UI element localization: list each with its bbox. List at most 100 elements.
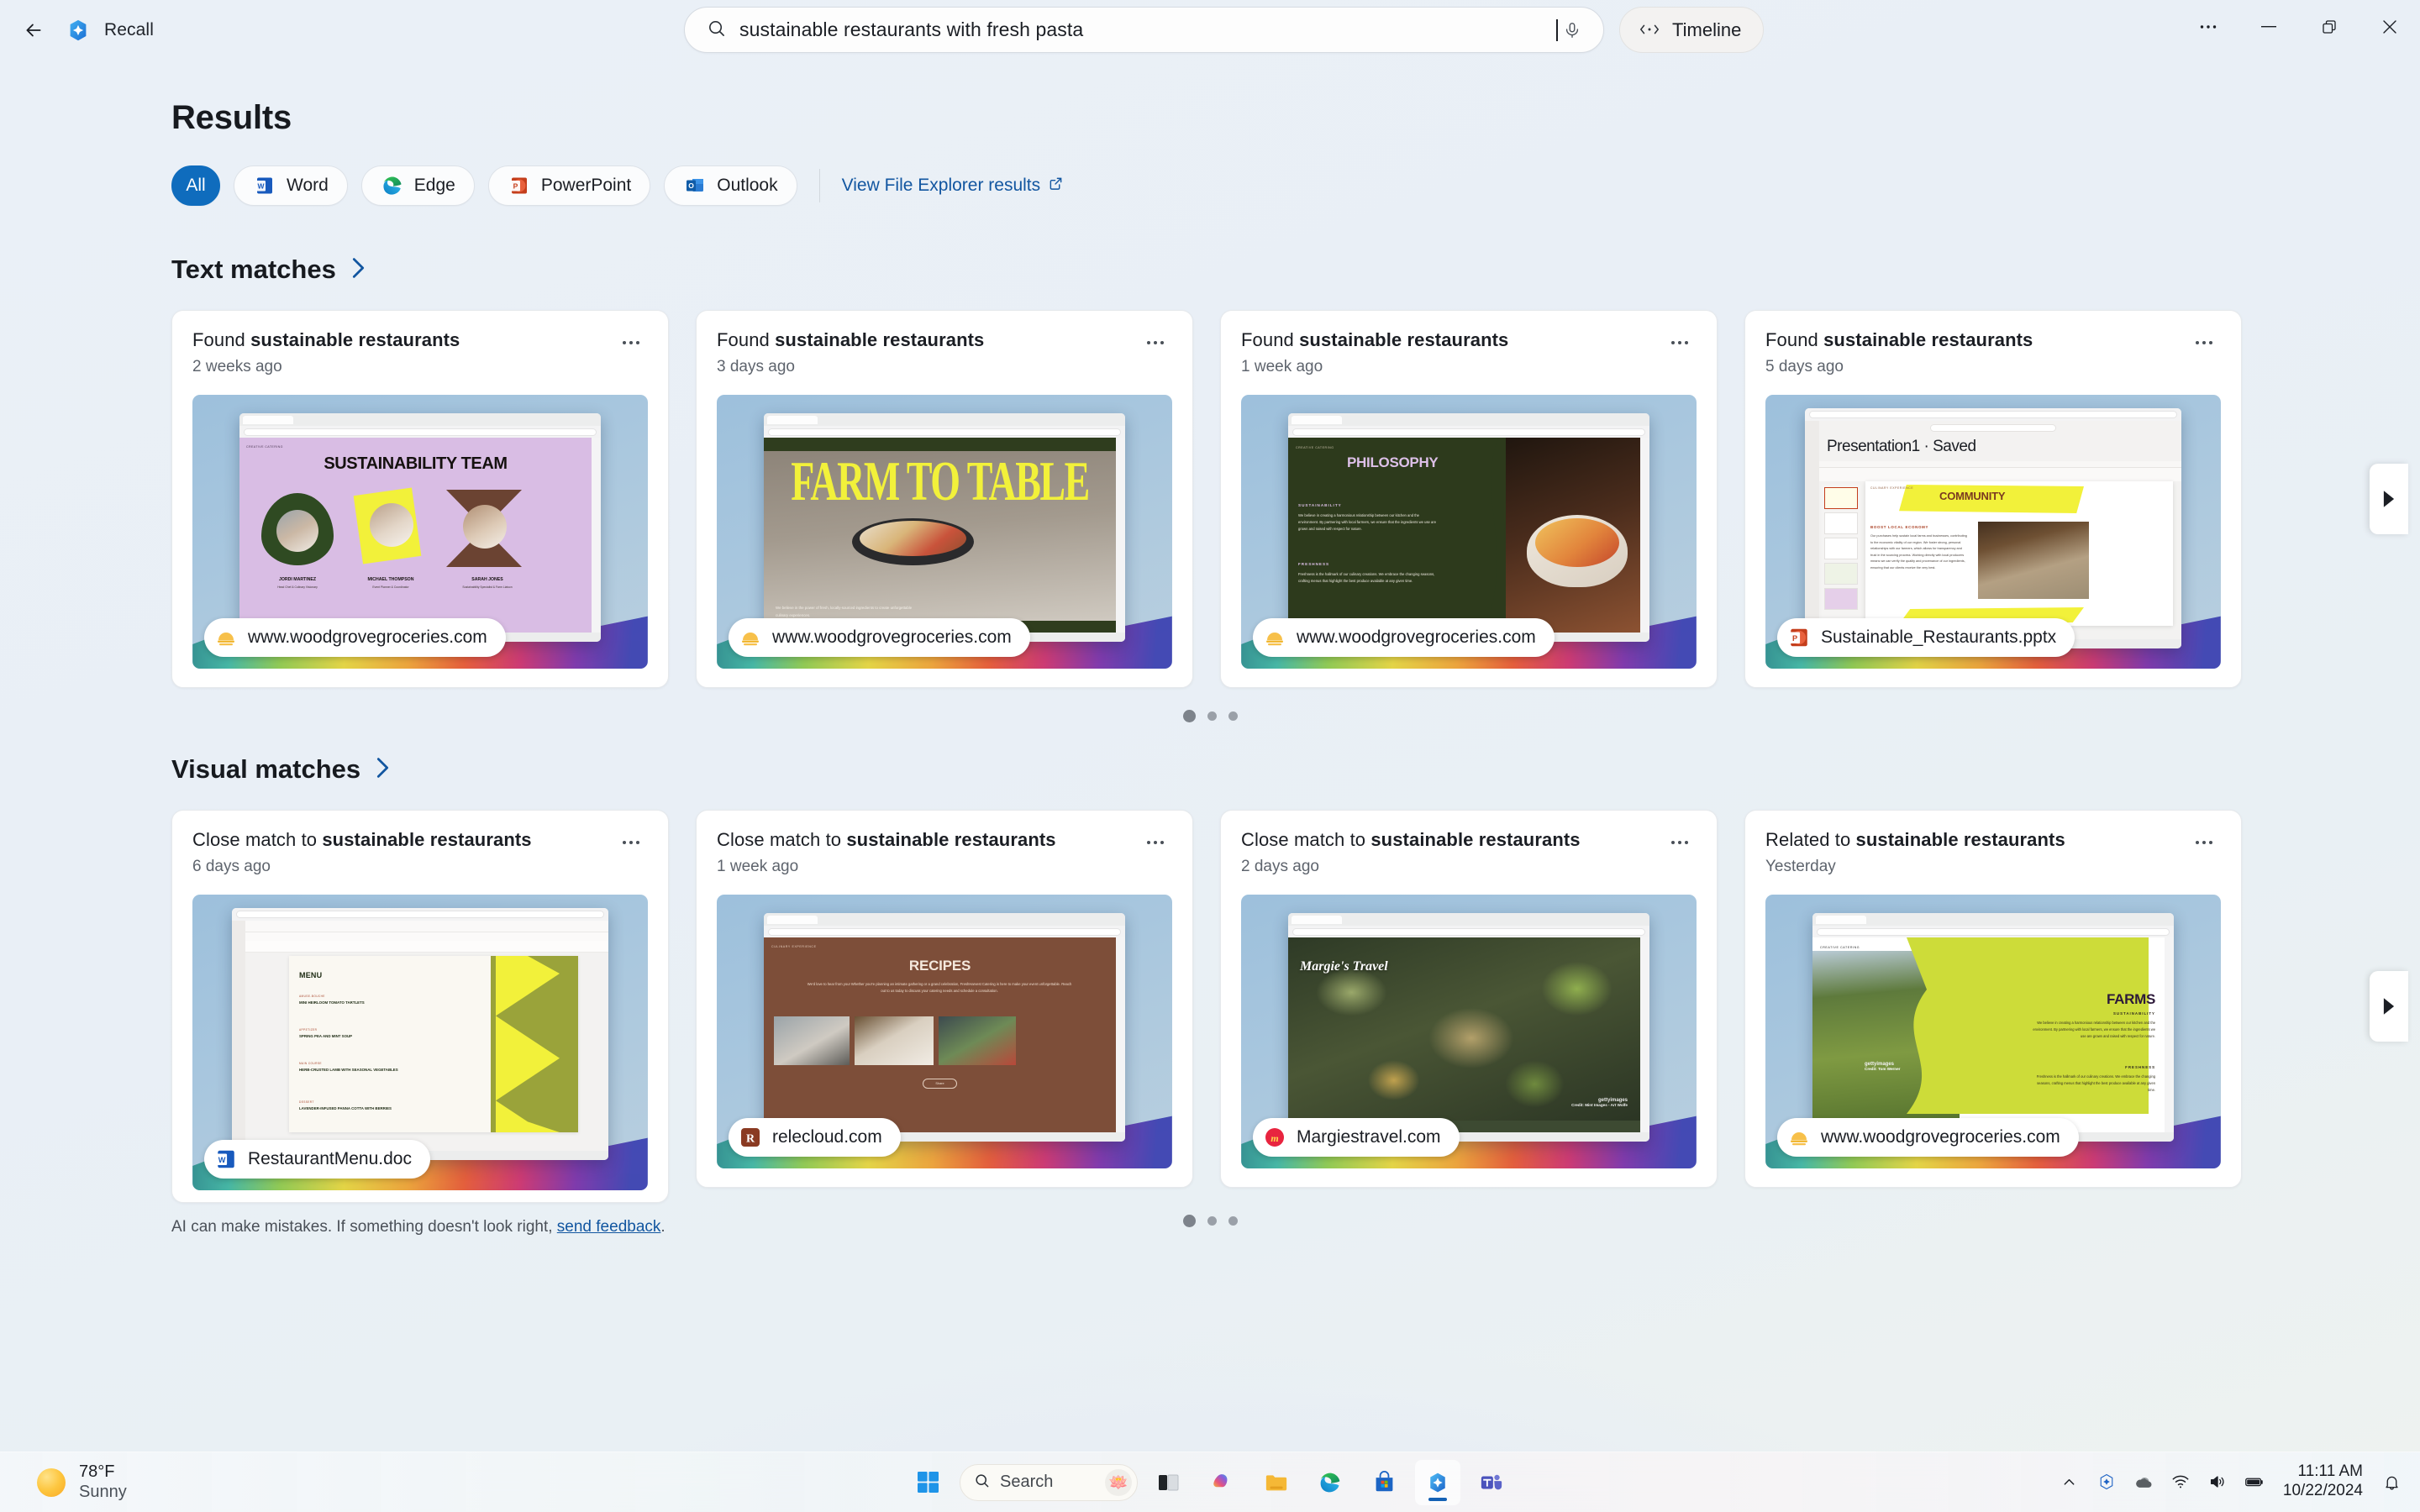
- source-badge[interactable]: www.woodgrovegroceries.com: [729, 618, 1030, 657]
- section-header-visual-matches[interactable]: Visual matches: [171, 754, 2420, 785]
- person-name: MICHAEL THOMPSON: [367, 577, 414, 582]
- clock-date: 10/22/2024: [2282, 1482, 2363, 1499]
- recall-button[interactable]: [1415, 1459, 1460, 1505]
- next-page-button-text-matches[interactable]: [2370, 464, 2408, 534]
- slide-block-text: We believe in creating a harmonious rela…: [1298, 513, 1437, 532]
- search-input[interactable]: sustainable restaurants with fresh pasta: [684, 7, 1604, 53]
- filter-powerpoint[interactable]: P PowerPoint: [487, 165, 651, 206]
- edge-button[interactable]: [1307, 1460, 1353, 1505]
- back-button[interactable]: [13, 10, 54, 50]
- card-more-options-button[interactable]: [2187, 829, 2221, 856]
- svg-text:W: W: [257, 182, 265, 191]
- result-card[interactable]: Related to sustainable restaurants Yeste…: [1744, 810, 2242, 1188]
- teams-button[interactable]: [1469, 1460, 1514, 1505]
- wifi-icon[interactable]: [2164, 1462, 2197, 1501]
- source-badge[interactable]: www.woodgrovegroceries.com: [1253, 618, 1555, 657]
- lotus-icon[interactable]: 🪷: [1105, 1468, 1132, 1496]
- send-feedback-link[interactable]: send feedback: [557, 1218, 661, 1236]
- copilot-button[interactable]: [1200, 1460, 1245, 1505]
- source-badge[interactable]: P Sustainable_Restaurants.pptx: [1777, 618, 2075, 657]
- card-thumbnail: FARM TO TABLE We believe in the power of…: [717, 395, 1172, 669]
- source-badge[interactable]: m Margiestravel.com: [1253, 1118, 1460, 1157]
- card-more-options-button[interactable]: [1139, 329, 1172, 356]
- microphone-icon[interactable]: [1558, 16, 1586, 45]
- restore-button[interactable]: [2299, 0, 2360, 54]
- card-more-options-button[interactable]: [1139, 829, 1172, 856]
- minimize-button[interactable]: [2238, 0, 2299, 54]
- card-more-options-button[interactable]: [614, 329, 648, 356]
- filter-outlook[interactable]: O Outlook: [664, 165, 797, 206]
- filter-all[interactable]: All: [171, 165, 220, 206]
- filter-edge[interactable]: Edge: [360, 165, 475, 206]
- slide-cta: Share: [923, 1079, 957, 1089]
- card-timestamp: 1 week ago: [1241, 358, 1323, 375]
- edge-icon: [381, 174, 404, 197]
- clock[interactable]: 11:11 AM 10/22/2024: [2275, 1462, 2371, 1501]
- result-card[interactable]: Close match to sustainable restaurants 2…: [1220, 810, 1718, 1188]
- person-name: JORDI MARTINEZ: [278, 577, 317, 582]
- card-more-options-button[interactable]: [1663, 829, 1697, 856]
- browser-window-mock: CULINARY EXPERIENCE RECIPES We'd love to…: [764, 913, 1125, 1142]
- taskbar-search-box[interactable]: Search 🪷: [960, 1463, 1138, 1501]
- volume-icon[interactable]: [2201, 1462, 2234, 1501]
- notifications-bell-icon[interactable]: [2375, 1462, 2408, 1501]
- search-area: sustainable restaurants with fresh pasta…: [684, 7, 1765, 53]
- start-button[interactable]: [906, 1460, 951, 1505]
- pagination-dot[interactable]: [1228, 711, 1238, 721]
- show-hidden-icons-chevron-up-icon[interactable]: [2053, 1462, 2086, 1501]
- card-timestamp: Yesterday: [1765, 858, 1836, 875]
- card-thumbnail: CREATIVE CATERING SUSTAINABILITY TEAM JO…: [192, 395, 648, 669]
- slide-text: Our purchases help sustain local farms a…: [1870, 534, 1967, 570]
- result-card[interactable]: Found sustainable restaurants 1 week ago: [1220, 310, 1718, 688]
- card-more-options-button[interactable]: [614, 829, 648, 856]
- card-thumbnail: CREATIVE CATERING FARMS SUSTAINABILITY W…: [1765, 895, 2221, 1168]
- card-title-query: sustainable restaurants: [775, 329, 985, 350]
- card-timestamp: 3 days ago: [717, 358, 795, 375]
- view-file-explorer-results-link[interactable]: View File Explorer results: [842, 176, 1064, 196]
- site-logo-text: Margie's Travel: [1300, 959, 1388, 974]
- source-badge[interactable]: W RestaurantMenu.doc: [204, 1140, 430, 1179]
- slide-body: We believe in the power of fresh, locall…: [776, 606, 913, 617]
- menu-item-name: LAVENDER-INFUSED PANNA COTTA WITH BERRIE…: [299, 1106, 392, 1110]
- pagination-dot[interactable]: [1228, 1216, 1238, 1226]
- person-role: Sustainability Specialist & Farm Liaison: [462, 585, 513, 589]
- result-card[interactable]: Found sustainable restaurants 2 weeks ag…: [171, 310, 669, 688]
- recall-tray-icon[interactable]: [2090, 1462, 2123, 1501]
- window-more-button[interactable]: [2178, 0, 2238, 54]
- weather-widget[interactable]: 78°F Sunny: [29, 1457, 135, 1507]
- slide-heading: FARM TO TABLE: [791, 449, 1090, 512]
- card-title: Close match to sustainable restaurants: [192, 829, 532, 851]
- card-title: Related to sustainable restaurants: [1765, 829, 2065, 851]
- woodgrove-icon: [1787, 1126, 1811, 1149]
- source-badge[interactable]: www.woodgrovegroceries.com: [204, 618, 506, 657]
- close-button[interactable]: [2360, 0, 2420, 54]
- result-card[interactable]: Close match to sustainable restaurants 1…: [696, 810, 1193, 1188]
- slide-eyebrow: CREATIVE CATERING: [1820, 946, 1860, 949]
- battery-icon[interactable]: [2238, 1462, 2271, 1501]
- pagination-dot[interactable]: [1182, 710, 1196, 722]
- source-badge[interactable]: www.woodgrovegroceries.com: [1777, 1118, 2079, 1157]
- task-view-button[interactable]: [1146, 1460, 1192, 1505]
- result-card[interactable]: Close match to sustainable restaurants 6…: [171, 810, 669, 1203]
- onedrive-icon[interactable]: [2127, 1462, 2160, 1501]
- slide-eyebrow: CREATIVE CATERING: [1296, 446, 1334, 449]
- filter-word[interactable]: W Word: [234, 165, 348, 206]
- card-title-query: sustainable restaurants: [846, 829, 1056, 850]
- source-badge[interactable]: R relecloud.com: [729, 1118, 901, 1157]
- card-title-prefix: Close match to: [1241, 829, 1371, 850]
- doc-heading: MENU: [299, 971, 323, 979]
- card-more-options-button[interactable]: [1663, 329, 1697, 356]
- store-button[interactable]: [1361, 1460, 1407, 1505]
- card-thumbnail: CULINARY EXPERIENCE RECIPES We'd love to…: [717, 895, 1172, 1168]
- section-header-text-matches[interactable]: Text matches: [171, 255, 2420, 285]
- timeline-button[interactable]: Timeline: [1619, 7, 1765, 53]
- browser-window-mock: CREATIVE CATERING PHILOSOPHY SUSTAINABIL…: [1288, 413, 1649, 642]
- pagination-dot[interactable]: [1182, 1215, 1196, 1227]
- result-card[interactable]: Found sustainable restaurants 3 days ago: [696, 310, 1193, 688]
- card-more-options-button[interactable]: [2187, 329, 2221, 356]
- next-page-button-visual-matches[interactable]: [2370, 971, 2408, 1042]
- file-explorer-button[interactable]: [1254, 1460, 1299, 1505]
- pagination-dot[interactable]: [1207, 1216, 1217, 1226]
- pagination-dot[interactable]: [1207, 711, 1217, 721]
- result-card[interactable]: Found sustainable restaurants 5 days ago: [1744, 310, 2242, 688]
